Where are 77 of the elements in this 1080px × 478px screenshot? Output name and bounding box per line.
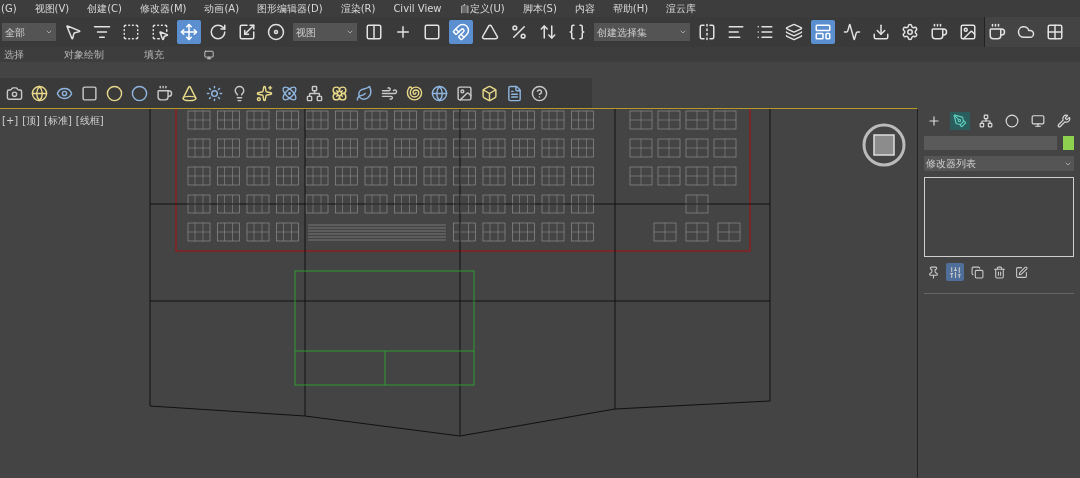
- braces-icon: [568, 23, 586, 41]
- flower-icon[interactable]: [331, 84, 348, 102]
- ribbon-tab[interactable]: 选择: [4, 47, 24, 62]
- wind-icon[interactable]: [381, 84, 398, 102]
- layers-icon: [785, 23, 803, 41]
- menu-item[interactable]: 脚本(S): [522, 1, 557, 16]
- menu-item[interactable]: 自定义(U): [459, 1, 505, 16]
- download-icon: [872, 23, 890, 41]
- rectangle-icon[interactable]: [81, 84, 98, 102]
- cone-icon[interactable]: [181, 84, 198, 102]
- menu-item[interactable]: (G): [1, 1, 17, 16]
- network-icon[interactable]: [306, 84, 323, 102]
- viewport-label[interactable]: [+]: [2, 113, 19, 128]
- scale-icon: [238, 23, 256, 41]
- dropdown[interactable]: 视图: [293, 23, 357, 41]
- help-icon[interactable]: [531, 84, 548, 102]
- particles-icon[interactable]: [256, 84, 273, 102]
- modifier-list-dropdown[interactable]: 修改器列表: [924, 156, 1074, 171]
- caret-icon: [45, 28, 53, 36]
- monitor-icon: [1031, 114, 1045, 128]
- menu-item[interactable]: 渲云库: [666, 1, 697, 16]
- menu-item[interactable]: 内容: [574, 1, 595, 16]
- percent-icon: [510, 23, 528, 41]
- plus-icon: [927, 114, 941, 128]
- square-icon: [423, 23, 441, 41]
- settings-icon: [901, 23, 919, 41]
- ribbon-tab[interactable]: 对象绘制: [64, 47, 104, 62]
- view-cube-icon[interactable]: [862, 123, 906, 167]
- caret-icon: [346, 28, 354, 36]
- disc-icon: [267, 23, 285, 41]
- dashed-select-icon: [151, 23, 169, 41]
- shell-icon[interactable]: [406, 84, 423, 102]
- menu-item[interactable]: 创建(C): [87, 1, 122, 16]
- dashed-square-icon: [122, 23, 140, 41]
- viewport-label[interactable]: [顶]: [22, 113, 40, 128]
- circle-icon[interactable]: [131, 84, 148, 102]
- copy-icon: [970, 265, 984, 279]
- menu-item[interactable]: 修改器(M): [140, 1, 187, 16]
- menu-item[interactable]: 视图(V): [34, 1, 70, 16]
- rotate-icon: [209, 23, 227, 41]
- dropdown[interactable]: 创建选择集: [594, 23, 690, 41]
- magnet-icon: [452, 23, 470, 41]
- caret-icon: [679, 28, 687, 36]
- pointer-icon: [64, 23, 82, 41]
- trash-icon: [992, 265, 1006, 279]
- box-icon[interactable]: [481, 84, 498, 102]
- plant-icon[interactable]: [356, 84, 373, 102]
- menu-item[interactable]: 动画(A): [204, 1, 240, 16]
- color-swatch[interactable]: [1063, 136, 1074, 150]
- columns-icon: [365, 23, 383, 41]
- grid-icon: [1046, 23, 1064, 41]
- move-icon: [180, 23, 198, 41]
- stack-button[interactable]: [968, 263, 986, 281]
- list-icon: [756, 23, 774, 41]
- panel-icon: [814, 23, 832, 41]
- globe-icon[interactable]: [431, 84, 448, 102]
- pin-icon: [926, 265, 940, 279]
- camera-icon[interactable]: [6, 84, 23, 102]
- dropdown[interactable]: 全部: [2, 23, 56, 41]
- document-icon[interactable]: [506, 84, 523, 102]
- sun-icon[interactable]: [206, 84, 223, 102]
- viewport-label[interactable]: [线框]: [75, 113, 104, 128]
- menu-item[interactable]: 图形编辑器(D): [257, 1, 323, 16]
- menu-item[interactable]: 帮助(H): [612, 1, 649, 16]
- align-icon: [727, 23, 745, 41]
- viewport-label[interactable]: [标准]: [44, 113, 72, 128]
- edit-icon: [1014, 265, 1028, 279]
- circle-icon: [1005, 114, 1019, 128]
- mirror-icon: [698, 23, 716, 41]
- molecule-icon[interactable]: [281, 84, 298, 102]
- panel-tab[interactable]: [950, 112, 970, 130]
- wrench-icon: [1057, 114, 1071, 128]
- image-icon: [959, 23, 977, 41]
- ribbon-tab[interactable]: 填充: [144, 47, 164, 62]
- hierarchy-icon: [979, 114, 993, 128]
- menu-item[interactable]: 渲染(R): [340, 1, 376, 16]
- menu-item[interactable]: Civil View: [393, 1, 442, 16]
